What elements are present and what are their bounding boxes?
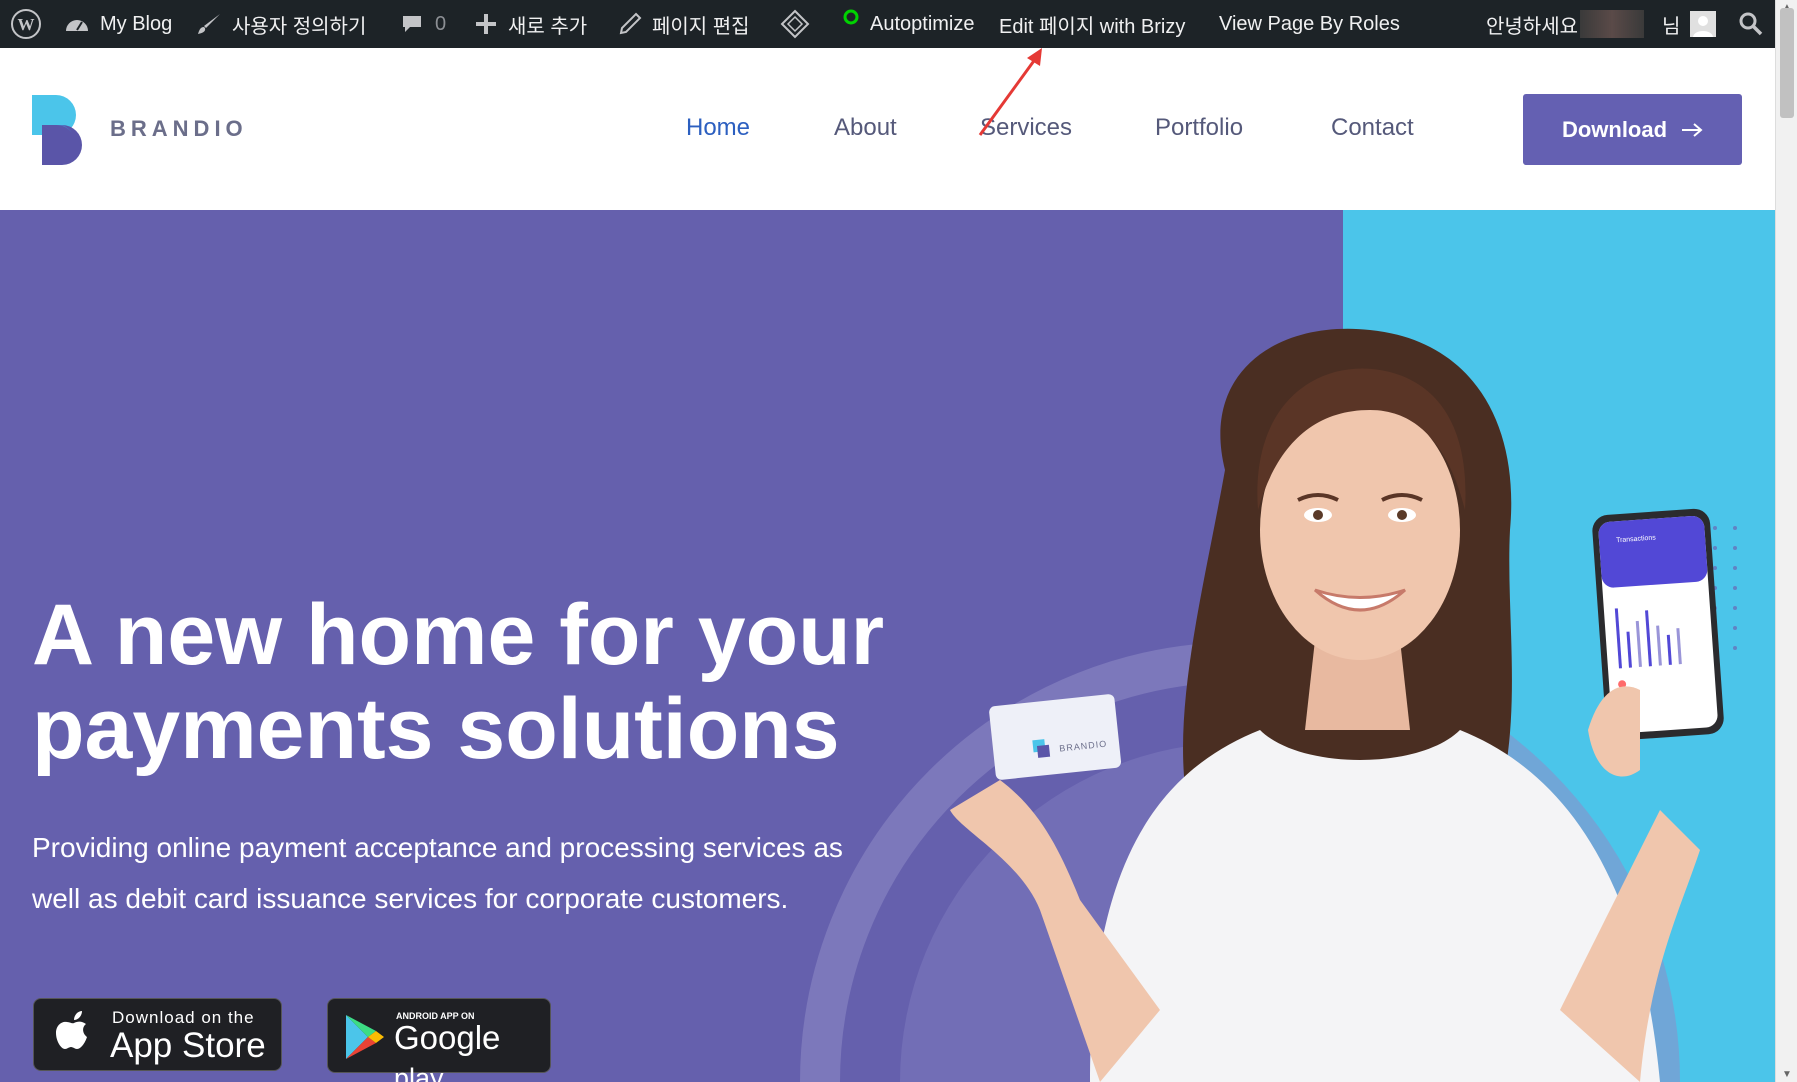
status-circle-icon xyxy=(842,8,860,26)
admin-bar-edit-with-brizy[interactable]: Edit 페이지 with Brizy xyxy=(999,0,1185,48)
hero-title: A new home for your payments solutions xyxy=(32,588,932,776)
nav-portfolio[interactable]: Portfolio xyxy=(1155,114,1243,142)
comment-icon xyxy=(401,13,425,35)
app-store-small-label: Download on the xyxy=(112,1008,255,1027)
page-root: W My Blog 사용자 정의하기 0 새로 추가 페이지 편집 Autopt… xyxy=(0,0,1797,1082)
header-download-button[interactable]: Download xyxy=(1523,94,1742,165)
brand-logo-text: BRANDIO xyxy=(110,116,248,141)
nav-home[interactable]: Home xyxy=(686,114,750,142)
download-button-label: Download xyxy=(1561,116,1668,142)
wordpress-logo-icon[interactable]: W xyxy=(10,0,42,48)
greeting-label: 안녕하세요 xyxy=(1486,15,1578,38)
hero-subtitle-line-1: Providing online payment acceptance and … xyxy=(32,832,843,863)
nav-services[interactable]: Services xyxy=(980,114,1072,142)
apple-icon xyxy=(56,1011,87,1049)
scrollbar-thumb[interactable] xyxy=(1780,8,1794,118)
vertical-scrollbar[interactable]: ▲ ▼ xyxy=(1775,0,1797,1082)
brandio-card: BRANDIO xyxy=(989,694,1122,780)
edit-with-brizy-label: Edit 페이지 with Brizy xyxy=(999,15,1186,38)
admin-bar-account[interactable]: 안녕하세요 님 xyxy=(1486,0,1717,48)
view-by-roles-label: View Page By Roles xyxy=(1219,12,1400,35)
diamond-plugin-icon[interactable] xyxy=(780,0,810,48)
arrow-right-icon xyxy=(1682,122,1703,137)
google-word: Google xyxy=(394,1019,501,1056)
hero-subtitle-line-2: well as debit card issuance services for… xyxy=(32,883,789,914)
dashboard-icon xyxy=(64,13,90,35)
new-content-label: 새로 추가 xyxy=(508,15,588,38)
search-icon[interactable] xyxy=(1738,0,1764,48)
edit-page-label: 페이지 편집 xyxy=(652,15,750,38)
scroll-down-icon[interactable]: ▼ xyxy=(1782,1069,1792,1080)
nav-about[interactable]: About xyxy=(834,114,897,142)
brush-icon xyxy=(196,12,222,36)
svg-text:W: W xyxy=(18,15,35,34)
nav-contact[interactable]: Contact xyxy=(1331,114,1414,142)
admin-bar-autoptimize[interactable]: Autoptimize xyxy=(842,0,975,48)
admin-bar-edit-page[interactable]: 페이지 편집 xyxy=(618,0,750,48)
hero-title-line-2: payments solutions xyxy=(32,681,840,777)
admin-bar-site-name[interactable]: My Blog xyxy=(64,0,172,48)
customize-label: 사용자 정의하기 xyxy=(232,15,367,38)
admin-bar-view-by-roles[interactable]: View Page By Roles xyxy=(1219,0,1400,48)
comments-count: 0 xyxy=(435,12,447,35)
hero-section: BRANDIO Transactions A new home for your… xyxy=(0,210,1775,1082)
app-store-big-label: App Store xyxy=(110,1026,266,1065)
wp-admin-bar: W My Blog 사용자 정의하기 0 새로 추가 페이지 편집 Autopt… xyxy=(0,0,1797,48)
google-play-icon xyxy=(346,1015,384,1059)
autoptimize-label: Autoptimize xyxy=(870,12,975,35)
admin-bar-new-content[interactable]: 새로 추가 xyxy=(474,0,587,48)
brand-logo[interactable] xyxy=(32,95,92,165)
plus-icon xyxy=(474,12,498,36)
admin-bar-comments[interactable]: 0 xyxy=(401,0,446,48)
hero-title-line-1: A new home for your xyxy=(32,587,885,683)
brand-logo-icon xyxy=(32,95,82,165)
app-store-button[interactable]: Download on the App Store xyxy=(33,998,282,1071)
site-header: BRANDIO Home About Services Portfolio Co… xyxy=(0,48,1775,210)
google-play-big-label: Google play xyxy=(394,1019,550,1082)
site-name-label: My Blog xyxy=(100,12,173,35)
pencil-icon xyxy=(618,12,642,36)
play-word: play xyxy=(394,1063,444,1082)
hero-subtitle: Providing online payment acceptance and … xyxy=(32,822,892,924)
avatar xyxy=(1690,11,1717,37)
google-play-button[interactable]: ANDROID APP ON Google play xyxy=(327,998,551,1082)
admin-bar-customize[interactable]: 사용자 정의하기 xyxy=(196,0,366,48)
redacted-username xyxy=(1580,10,1644,38)
honorific-label: 님 xyxy=(1662,15,1681,38)
